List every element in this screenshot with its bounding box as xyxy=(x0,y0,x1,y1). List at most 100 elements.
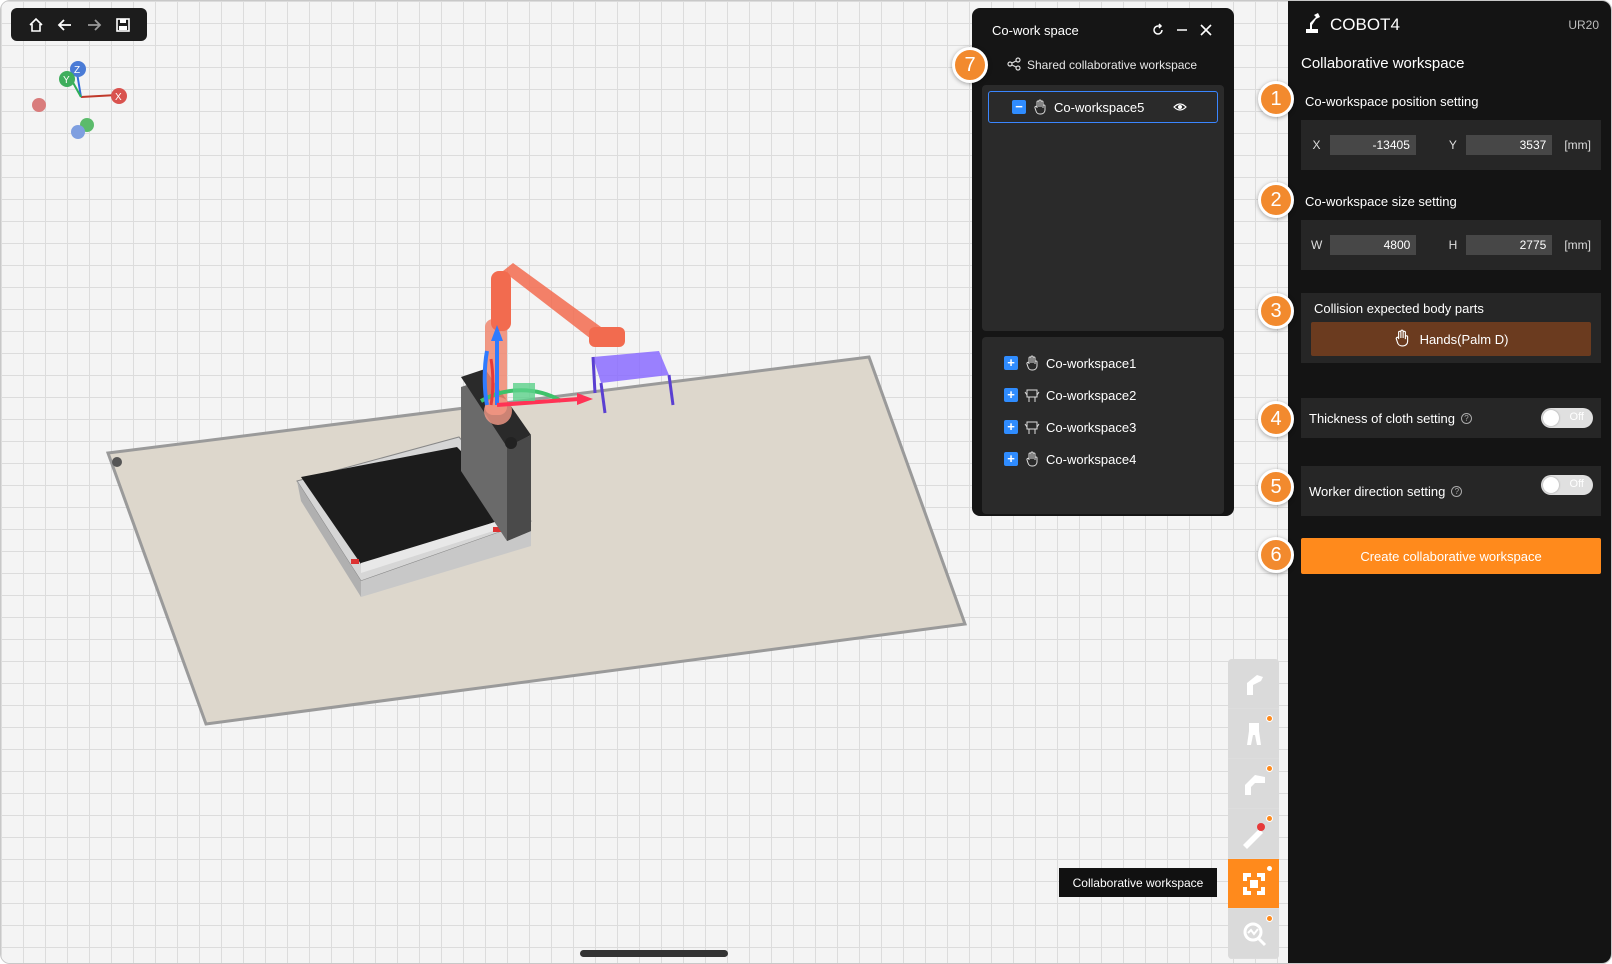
robot-arm-icon xyxy=(1246,674,1263,695)
size-setting-box: W H [mm] xyxy=(1301,220,1601,270)
size-setting-label: Co-workspace size setting xyxy=(1305,194,1457,209)
expand-icon[interactable]: + xyxy=(1004,420,1018,434)
callout-3: 3 xyxy=(1258,293,1294,329)
robot-pose-icon xyxy=(1244,774,1265,795)
workspace-item-2[interactable]: + Co-workspace2 xyxy=(982,379,1224,411)
analysis-tool[interactable] xyxy=(1228,909,1279,959)
hand-icon xyxy=(1024,355,1040,371)
shared-workspace-row[interactable]: Shared collaborative workspace xyxy=(982,52,1224,78)
height-input[interactable] xyxy=(1466,235,1553,255)
help-icon[interactable]: ? xyxy=(1460,412,1472,424)
shared-workspace-label: Shared collaborative workspace xyxy=(1027,58,1198,72)
cowork-panel-header: Co-work space xyxy=(982,8,1224,52)
gripper-tool[interactable] xyxy=(1228,709,1279,759)
x-position-input[interactable] xyxy=(1329,135,1416,155)
cloth-thickness-toggle[interactable]: Off xyxy=(1541,408,1593,428)
panel-header: COBOT4 UR20 xyxy=(1288,1,1611,49)
robot-logo-icon xyxy=(1304,12,1320,38)
width-input[interactable] xyxy=(1330,235,1417,255)
workspace-list: + Co-workspace1 + Co-workspace2 + Co-wor… xyxy=(982,337,1224,514)
collapse-icon[interactable]: − xyxy=(1012,100,1026,114)
minimize-icon[interactable] xyxy=(1174,22,1190,38)
hands-palm-button[interactable]: Hands(Palm D) xyxy=(1311,322,1591,356)
body-icon xyxy=(1024,419,1040,435)
back-arrow-icon[interactable] xyxy=(54,14,76,36)
position-unit: [mm] xyxy=(1564,138,1591,152)
callout-1: 1 xyxy=(1258,81,1294,117)
home-indicator xyxy=(580,950,728,957)
axis-x-label: X xyxy=(115,92,122,103)
toggle-state: Off xyxy=(1569,411,1584,423)
collision-tool[interactable] xyxy=(1228,809,1279,859)
worker-direction-row: Worker direction setting ? Off xyxy=(1301,466,1601,516)
expand-icon[interactable]: + xyxy=(1004,356,1018,370)
gripper-icon xyxy=(1246,722,1261,745)
expand-icon[interactable]: + xyxy=(1004,452,1018,466)
status-dot xyxy=(1266,815,1273,822)
view-toolbar xyxy=(11,8,147,41)
status-dot xyxy=(1266,715,1273,722)
floor-plane xyxy=(105,355,968,726)
robot-pose-tool[interactable] xyxy=(1228,759,1279,809)
toggle-knob xyxy=(1543,477,1559,493)
callout-6: 6 xyxy=(1258,537,1294,573)
toggle-knob xyxy=(1543,410,1559,426)
eye-icon[interactable] xyxy=(1173,100,1187,114)
collision-body-parts-box: Collision expected body parts Hands(Palm… xyxy=(1301,293,1601,363)
status-dot xyxy=(1266,765,1273,772)
callout-7: 7 xyxy=(952,47,988,83)
callout-2: 2 xyxy=(1258,182,1294,218)
share-icon xyxy=(1007,56,1021,74)
workspace-label-1: Co-workspace1 xyxy=(1046,355,1137,371)
robot-model: UR20 xyxy=(1568,18,1599,32)
hand-icon xyxy=(1394,329,1410,350)
panel-subtitle: Collaborative workspace xyxy=(1301,55,1465,72)
y-position-input[interactable] xyxy=(1466,135,1553,155)
size-unit: [mm] xyxy=(1564,238,1591,252)
callout-4: 4 xyxy=(1258,401,1294,437)
forward-arrow-icon[interactable] xyxy=(83,14,105,36)
hands-button-label: Hands(Palm D) xyxy=(1419,331,1509,347)
position-setting-box: X Y [mm] xyxy=(1301,120,1601,170)
workspace-item-4[interactable]: + Co-workspace4 xyxy=(982,443,1224,475)
y-label: Y xyxy=(1448,138,1457,152)
refresh-icon[interactable] xyxy=(1150,22,1166,38)
cowork-space-panel: Co-work space Shared collaborative works… xyxy=(972,8,1234,516)
corner-marker xyxy=(112,457,122,467)
robot-arm-tool[interactable] xyxy=(1228,659,1279,709)
save-icon[interactable] xyxy=(112,14,134,36)
axis-z-label: Z xyxy=(74,65,80,76)
axis-y-label: Y xyxy=(63,75,70,86)
status-dot xyxy=(1266,865,1273,872)
app-window: X Z Y Co-work space Shared collaborative… xyxy=(0,0,1612,964)
worker-direction-toggle[interactable]: Off xyxy=(1541,475,1593,495)
active-workspace-list: − Co-workspace5 xyxy=(982,85,1224,331)
help-icon[interactable]: ? xyxy=(1451,485,1463,497)
collision-icon xyxy=(1242,822,1265,849)
collaborative-workspace-tool[interactable] xyxy=(1228,859,1279,909)
brand-name: COBOT4 xyxy=(1330,15,1400,34)
worker-direction-label: Worker direction setting xyxy=(1309,483,1446,499)
cloth-thickness-row: Thickness of cloth setting ? Off xyxy=(1301,398,1601,438)
collaborative-workspace-icon xyxy=(1242,872,1265,895)
close-icon[interactable] xyxy=(1198,22,1214,38)
workspace-item-1[interactable]: + Co-workspace1 xyxy=(982,347,1224,379)
workspace-item-3[interactable]: + Co-workspace3 xyxy=(982,411,1224,443)
body-icon xyxy=(1024,387,1040,403)
workspace-label-2: Co-workspace2 xyxy=(1046,387,1137,403)
callout-5: 5 xyxy=(1258,469,1294,505)
expand-icon[interactable]: + xyxy=(1004,388,1018,402)
3d-viewport[interactable]: X Z Y Co-work space Shared collaborative… xyxy=(1,1,1288,963)
w-label: W xyxy=(1311,238,1323,252)
cloth-thickness-label: Thickness of cloth setting xyxy=(1309,410,1455,426)
toggle-state: Off xyxy=(1569,478,1584,490)
analysis-icon xyxy=(1243,922,1266,946)
home-icon[interactable] xyxy=(25,14,47,36)
workspace-item-5[interactable]: − Co-workspace5 xyxy=(988,91,1218,123)
position-setting-label: Co-workspace position setting xyxy=(1305,94,1479,109)
workspace-label-5: Co-workspace5 xyxy=(1054,99,1145,115)
tool-dock xyxy=(1228,659,1279,959)
create-workspace-button[interactable]: Create collaborative workspace xyxy=(1301,538,1601,574)
workspace-label-4: Co-workspace4 xyxy=(1046,451,1137,467)
hand-icon xyxy=(1024,451,1040,467)
